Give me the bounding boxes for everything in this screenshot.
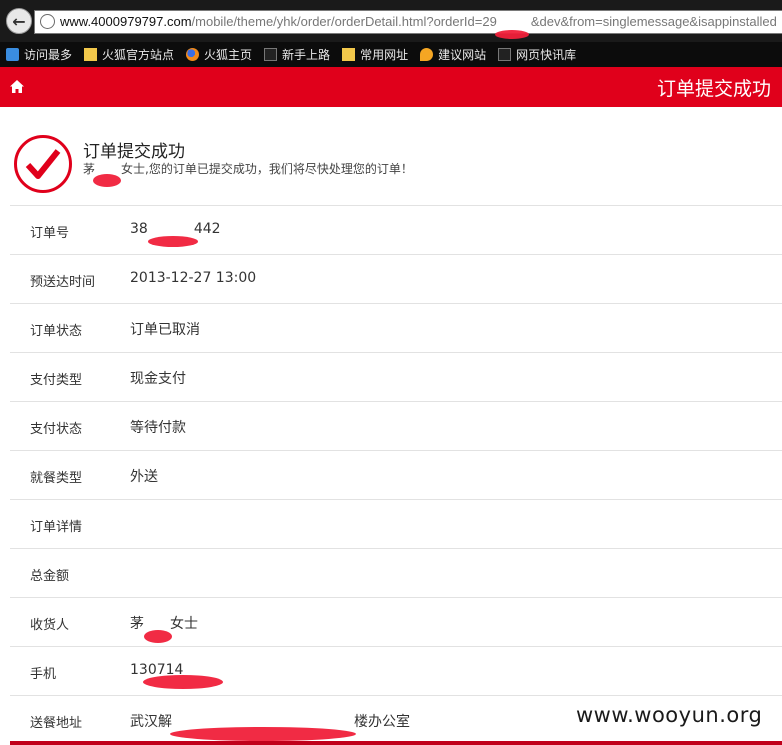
bookmark-label: 火狐主页 <box>204 48 253 62</box>
order-detail-row: 订单详情 <box>10 499 782 548</box>
address-value: 武汉解 楼办公室 <box>130 711 410 741</box>
success-panel: 订单提交成功 茅 女士,您的订单已提交成功，我们将尽快处理您的订单！ <box>0 107 782 206</box>
receiver-surname: 茅 <box>130 616 144 632</box>
eta-label: 预送达时间 <box>30 275 96 290</box>
redaction-mark <box>494 30 529 39</box>
address-label: 送餐地址 <box>30 716 83 731</box>
redaction-mark <box>93 174 122 187</box>
success-message: 茅 女士,您的订单已提交成功，我们将尽快处理您的订单！ <box>83 160 413 187</box>
bookmark-label: 新手上路 <box>282 48 331 62</box>
receiver-row: 收货人 茅 女士 <box>10 597 782 646</box>
pay-type-row: 支付类型 现金支付 <box>10 352 782 401</box>
address-head: 武汉解 <box>130 714 172 730</box>
order-detail-list: 订单号 38 442 预送达时间 2013-12-27 13:00 订单状态 订单… <box>10 205 782 744</box>
bookmark-visited[interactable]: 访问最多 <box>6 46 72 63</box>
pay-type-value: 现金支付 <box>130 371 186 387</box>
phone-value: 130714 <box>130 662 224 689</box>
url-bar[interactable]: www.4000979797.com/mobile/theme/yhk/orde… <box>34 10 782 39</box>
redaction-mark <box>143 675 224 689</box>
folder-icon <box>342 48 356 61</box>
firefox-icon <box>186 48 200 61</box>
bookmarks-bar: 访问最多 火狐官方站点 火狐主页 新手上路 常用网址 建议网站 网页快讯库 <box>0 42 782 67</box>
total-amount-row: 总金额 <box>10 548 782 597</box>
address-tail: 楼办公室 <box>354 714 410 730</box>
order-number-head: 38 <box>130 221 148 237</box>
order-status-row: 订单状态 订单已取消 <box>10 303 782 352</box>
back-button[interactable]: ← <box>6 8 32 34</box>
pay-status-label: 支付状态 <box>30 422 83 437</box>
order-status-value: 订单已取消 <box>130 322 200 338</box>
order-number-label: 订单号 <box>30 226 70 241</box>
redaction-mark <box>170 727 356 741</box>
success-title: 订单提交成功 <box>83 142 185 162</box>
watermark: www.wooyun.org <box>576 703 763 727</box>
customer-surname: 茅 <box>83 162 96 176</box>
eta-value: 2013-12-27 13:00 <box>130 270 257 286</box>
globe-icon <box>40 14 55 29</box>
home-icon[interactable] <box>10 80 24 93</box>
folder-icon <box>84 48 98 61</box>
dining-type-label: 就餐类型 <box>30 471 83 486</box>
success-message-text: 女士,您的订单已提交成功，我们将尽快处理您的订单！ <box>121 162 413 176</box>
bookmark-label: 建议网站 <box>438 48 487 62</box>
order-number-tail: 442 <box>193 221 221 237</box>
redaction-mark <box>147 236 198 247</box>
browser-chrome: ← www.4000979797.com/mobile/theme/yhk/or… <box>0 0 782 67</box>
bookmark-firefox-home[interactable]: 火狐主页 <box>186 46 252 63</box>
receiver-label: 收货人 <box>30 618 70 633</box>
eta-row: 预送达时间 2013-12-27 13:00 <box>10 254 782 303</box>
receiver-title: 女士 <box>170 616 198 632</box>
url-tail: &dev&from=singlemessage&isappinstalled <box>530 14 777 29</box>
receiver-value: 茅 女士 <box>130 613 198 643</box>
visited-icon <box>6 48 19 61</box>
bookmark-suggested-sites[interactable]: 建议网站 <box>420 46 486 63</box>
page-icon <box>264 48 278 61</box>
phone-label: 手机 <box>30 667 57 682</box>
bookmark-label: 网页快讯库 <box>516 48 577 62</box>
order-number-value: 38 442 <box>130 221 221 247</box>
page-header: 订单提交成功 <box>0 67 782 107</box>
order-detail-label: 订单详情 <box>30 520 83 535</box>
address-bar-row: ← www.4000979797.com/mobile/theme/yhk/or… <box>0 0 782 42</box>
bookmark-firefox-official[interactable]: 火狐官方站点 <box>84 46 174 63</box>
bookmark-common-sites[interactable]: 常用网址 <box>342 46 408 63</box>
bookmark-getting-started[interactable]: 新手上路 <box>264 46 330 63</box>
pay-status-value: 等待付款 <box>130 420 186 436</box>
url-path: /mobile/theme/yhk/order/orderDetail.html… <box>191 14 497 29</box>
order-number-row: 订单号 38 442 <box>10 205 782 254</box>
bookmark-label: 访问最多 <box>24 48 73 62</box>
pay-status-row: 支付状态 等待付款 <box>10 401 782 450</box>
suggest-icon <box>420 48 434 61</box>
bottom-accent-bar <box>10 741 782 745</box>
total-amount-label: 总金额 <box>30 569 70 584</box>
bookmark-web-slices[interactable]: 网页快讯库 <box>498 46 576 63</box>
redaction-mark <box>144 630 172 643</box>
bookmark-label: 常用网址 <box>360 48 409 62</box>
bookmark-label: 火狐官方站点 <box>102 48 175 62</box>
pay-type-label: 支付类型 <box>30 373 83 388</box>
order-status-label: 订单状态 <box>30 324 83 339</box>
dining-type-row: 就餐类型 外送 <box>10 450 782 499</box>
phone-row: 手机 130714 <box>10 646 782 695</box>
url-text[interactable]: www.4000979797.com/mobile/theme/yhk/orde… <box>60 14 777 39</box>
back-arrow-icon: ← <box>12 11 26 31</box>
url-host: www.4000979797.com <box>60 14 192 29</box>
page-icon <box>498 48 512 61</box>
page-title: 订单提交成功 <box>656 78 771 100</box>
success-check-icon <box>14 135 72 193</box>
dining-type-value: 外送 <box>130 469 158 485</box>
